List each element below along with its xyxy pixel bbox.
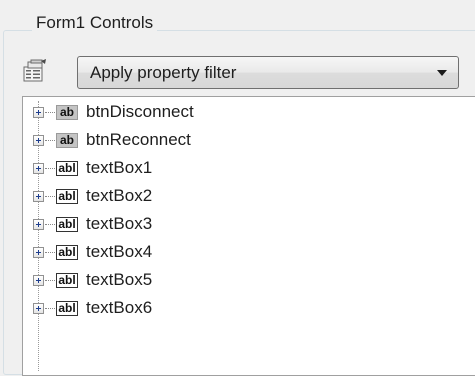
tree-connector: [45, 112, 55, 113]
button-icon: ab: [56, 133, 78, 148]
property-filter-combobox[interactable]: Apply property filter: [77, 56, 459, 89]
tree-connector: [45, 168, 55, 169]
expand-icon[interactable]: [33, 219, 44, 230]
controls-tree[interactable]: ab btnDisconnect ab btnReconnect abl tex…: [22, 96, 475, 376]
tree-item-label: textBox5: [86, 270, 153, 289]
tree-item-label: btnReconnect: [86, 130, 191, 149]
tree-connector: [45, 252, 55, 253]
textbox-icon: abl: [56, 245, 78, 260]
property-pages-icon[interactable]: [22, 58, 48, 84]
expand-icon[interactable]: [33, 135, 44, 146]
tree-item-textbox5[interactable]: abl textBox5: [23, 267, 463, 295]
expand-icon[interactable]: [33, 163, 44, 174]
tree-item-textbox1[interactable]: abl textBox1: [23, 155, 463, 183]
tree-item-label: textBox6: [86, 298, 153, 317]
tree-item-textbox2[interactable]: abl textBox2: [23, 183, 463, 211]
expand-icon[interactable]: [33, 275, 44, 286]
expand-icon[interactable]: [33, 107, 44, 118]
chevron-down-icon[interactable]: [437, 70, 447, 76]
tree-connector: [45, 196, 55, 197]
textbox-icon: abl: [56, 161, 78, 176]
tree-item-label: textBox1: [86, 158, 153, 177]
property-filter-value: Apply property filter: [90, 63, 237, 82]
tree-connector: [45, 224, 55, 225]
tree-connector: [45, 308, 55, 309]
expand-icon[interactable]: [33, 191, 44, 202]
groupbox-title: Form1 Controls: [32, 12, 158, 34]
tree-item-textbox6[interactable]: abl textBox6: [23, 295, 463, 323]
tree-item-textbox3[interactable]: abl textBox3: [23, 211, 463, 239]
tree-item-btndisconnect[interactable]: ab btnDisconnect: [23, 99, 463, 127]
tree-item-label: textBox2: [86, 186, 153, 205]
tree-item-label: textBox3: [86, 214, 153, 233]
tree-connector: [45, 280, 55, 281]
textbox-icon: abl: [56, 273, 78, 288]
tree-item-label: btnDisconnect: [86, 102, 194, 121]
textbox-icon: abl: [56, 189, 78, 204]
tree-connector: [45, 140, 55, 141]
button-icon: ab: [56, 105, 78, 120]
tree-item-textbox4[interactable]: abl textBox4: [23, 239, 463, 267]
tree-item-label: textBox4: [86, 242, 153, 261]
textbox-icon: abl: [56, 217, 78, 232]
textbox-icon: abl: [56, 301, 78, 316]
expand-icon[interactable]: [33, 247, 44, 258]
expand-icon[interactable]: [33, 303, 44, 314]
tree-item-btnreconnect[interactable]: ab btnReconnect: [23, 127, 463, 155]
